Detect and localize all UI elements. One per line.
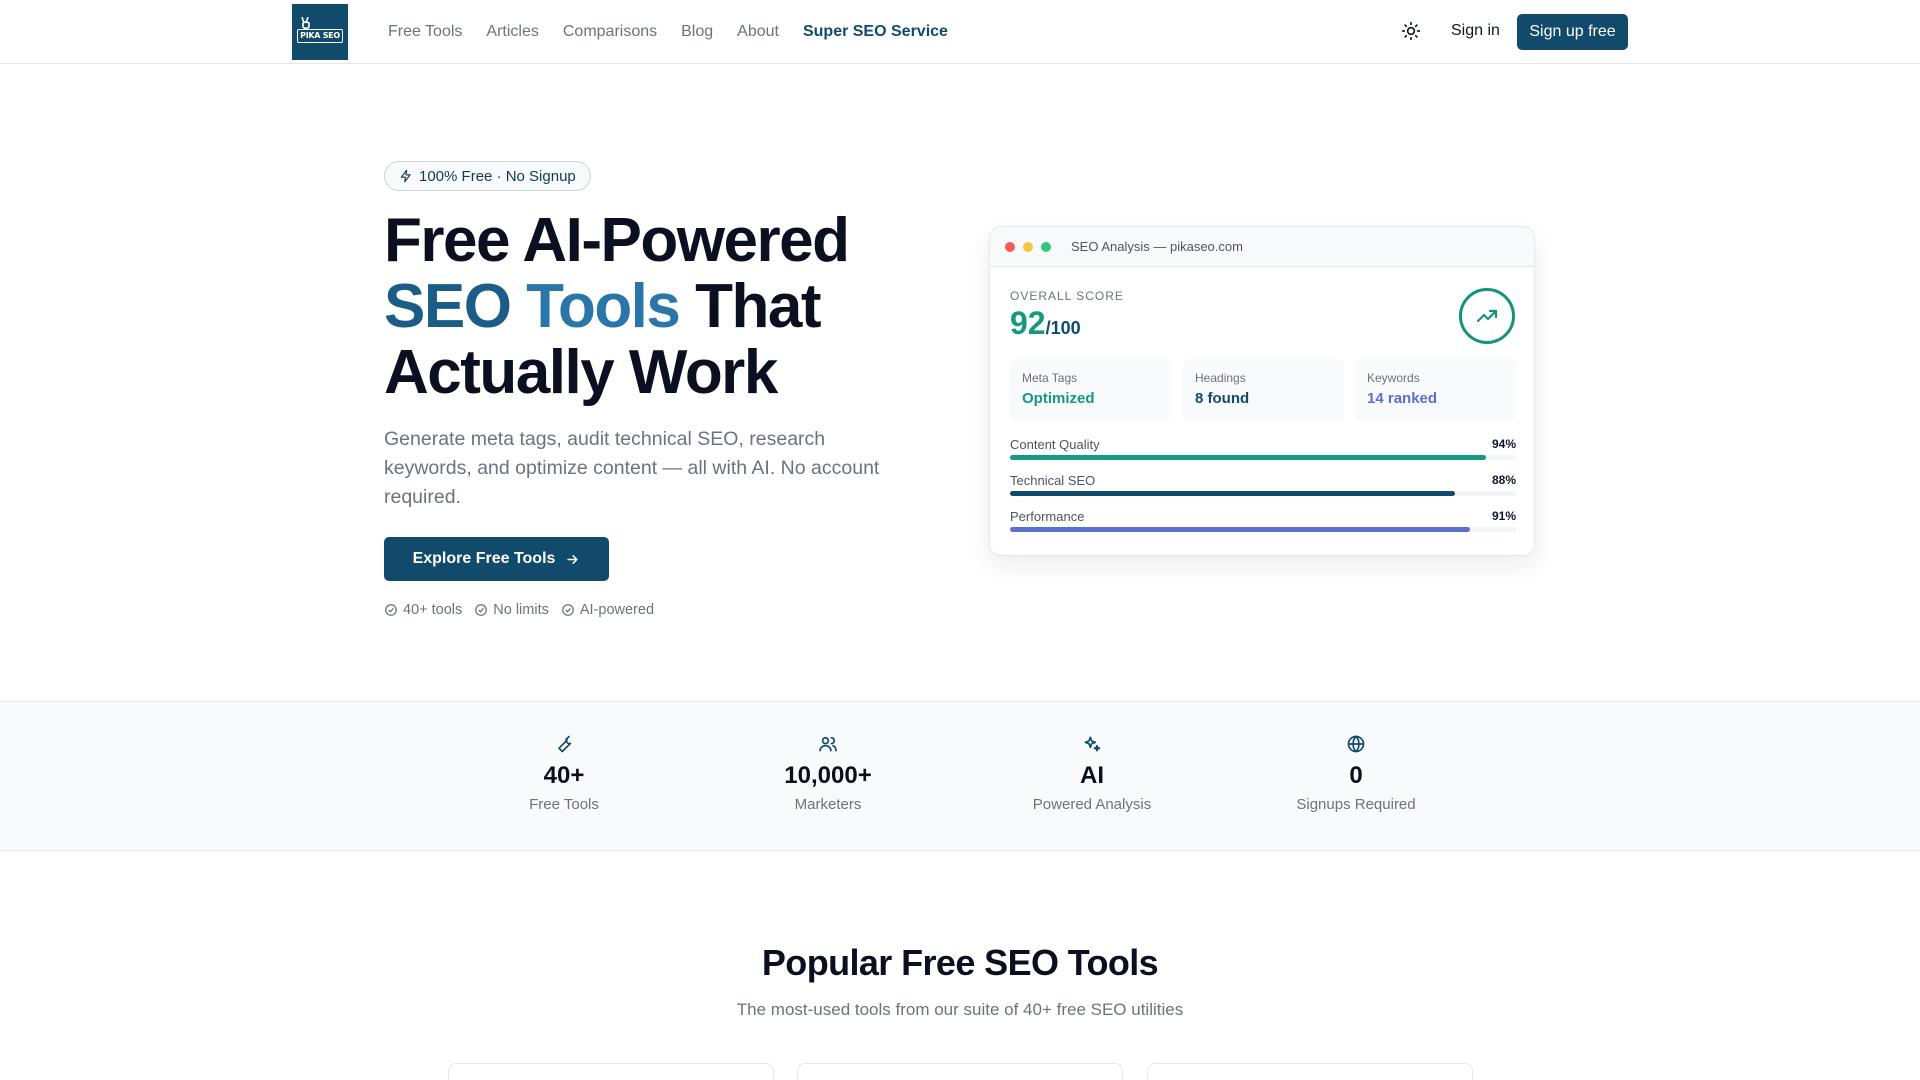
sign-up-button[interactable]: Sign up free	[1517, 14, 1628, 50]
stat-free-tools: 40+ Free Tools	[454, 734, 674, 813]
card-window-title: SEO Analysis — pikaseo.com	[1071, 239, 1243, 254]
nav-comparisons[interactable]: Comparisons	[563, 23, 657, 41]
nav-blog[interactable]: Blog	[681, 23, 713, 41]
arrow-right-icon	[567, 554, 579, 564]
wrench-icon	[558, 735, 572, 753]
free-badge: 100% Free · No Signup	[384, 161, 591, 191]
nav-articles[interactable]: Articles	[486, 23, 538, 41]
stat-label: Free Tools	[529, 796, 599, 813]
metric-label: Keywords	[1367, 371, 1420, 385]
main-nav: Free Tools Articles Comparisons Blog Abo…	[388, 0, 948, 64]
check-circle-icon	[561, 604, 574, 616]
check-label: 40+ tools	[403, 602, 463, 618]
sun-icon	[1401, 21, 1421, 41]
sparkles-icon	[1084, 736, 1101, 752]
bar-percent: 94%	[1491, 437, 1516, 451]
metric-value: 14 ranked	[1367, 390, 1438, 407]
lightning-icon	[400, 169, 411, 183]
bar-label: Performance	[1010, 509, 1085, 524]
check-circle-icon	[385, 604, 397, 616]
logo-text: PIKA SEO	[297, 29, 343, 43]
hero-subtitle: Generate meta tags, audit technical SEO,…	[384, 428, 880, 508]
bar-track	[1010, 527, 1516, 532]
stat-label: Marketers	[794, 796, 862, 813]
stat-value: 0	[1349, 762, 1363, 789]
trending-up-icon	[1476, 309, 1498, 323]
bar-percent: 91%	[1491, 509, 1516, 523]
check-item: 40+ tools	[384, 602, 462, 618]
popular-tools-subtitle: The most-used tools from our suite of 40…	[736, 1000, 1184, 1019]
hero-title-line2-rest: That	[695, 272, 821, 341]
stats-band: 40+ Free Tools 10,000+ Marketers AI Powe…	[0, 701, 1920, 851]
tool-card[interactable]	[448, 1063, 774, 1080]
score-label: OVERALL SCORE	[1010, 289, 1124, 303]
bar-content-quality: Content Quality 94%	[1010, 437, 1516, 473]
bar-track	[1010, 455, 1516, 460]
stat-signups-required: 0 Signups Required	[1246, 734, 1466, 813]
hero-title: Free AI-Powered SEO Tools That Actually …	[384, 208, 944, 406]
bar-fill	[1010, 491, 1456, 496]
bar-track	[1010, 491, 1516, 496]
site-header: PIKA SEO Free Tools Articles Comparisons…	[0, 0, 1920, 64]
bar-performance: Performance 91%	[1010, 509, 1516, 545]
bar-label: Technical SEO	[1010, 473, 1096, 488]
badge-label: 100% Free · No Signup	[419, 167, 576, 185]
users-icon	[819, 736, 837, 752]
feature-checks: 40+ tools No limits AI-powered	[384, 602, 654, 618]
bar-percent: 88%	[1491, 473, 1516, 487]
hero-title-accent-tools: Tools	[526, 272, 681, 341]
window-dot-green	[1041, 241, 1051, 252]
site-logo[interactable]: PIKA SEO	[292, 4, 348, 60]
bar-label: Content Quality	[1010, 437, 1100, 452]
check-item: AI-powered	[561, 602, 654, 618]
hero-title-accent-seo: SEO	[384, 272, 512, 341]
score-value: 92	[1010, 305, 1046, 341]
cta-label: Explore Free Tools	[412, 550, 556, 567]
score-max: /100	[1045, 318, 1081, 338]
overall-score: 92/100	[1010, 305, 1081, 342]
bar-technical-seo: Technical SEO 88%	[1010, 473, 1516, 509]
tool-card[interactable]	[797, 1063, 1123, 1080]
nav-free-tools[interactable]: Free Tools	[388, 23, 462, 41]
check-label: No limits	[493, 602, 549, 618]
window-dot-red	[1005, 241, 1015, 252]
seo-analysis-card: SEO Analysis — pikaseo.com OVERALL SCORE…	[989, 226, 1535, 556]
hero-title-line3: Actually Work	[384, 338, 778, 407]
check-circle-icon	[475, 604, 488, 616]
bar-fill	[1010, 527, 1471, 532]
stat-value: 40+	[543, 762, 585, 789]
popular-tools-title: Popular Free SEO Tools	[761, 942, 1159, 983]
stat-ai-powered: AI Powered Analysis	[982, 734, 1202, 813]
metric-headings: Headings 8 found	[1183, 359, 1344, 421]
metric-label: Meta Tags	[1022, 371, 1078, 385]
score-bars: Content Quality 94% Technical SEO 88% Pe…	[1010, 437, 1516, 545]
card-window-bar: SEO Analysis — pikaseo.com	[990, 227, 1534, 267]
nav-super-seo-service[interactable]: Super SEO Service	[803, 23, 948, 41]
metric-meta-tags: Meta Tags Optimized	[1010, 359, 1171, 421]
bunny-icon	[301, 17, 310, 30]
stat-label: Signups Required	[1296, 796, 1416, 813]
metric-keywords: Keywords 14 ranked	[1355, 359, 1516, 421]
globe-icon	[1347, 735, 1365, 753]
check-label: AI-powered	[579, 602, 655, 618]
metric-value: 8 found	[1195, 390, 1250, 407]
theme-toggle-button[interactable]	[1400, 20, 1422, 42]
hero-title-line1: Free AI-Powered	[384, 206, 850, 275]
nav-about[interactable]: About	[737, 23, 779, 41]
check-item: No limits	[474, 602, 549, 618]
score-ring	[1459, 288, 1515, 344]
stat-label: Powered Analysis	[1032, 796, 1152, 813]
metric-label: Headings	[1195, 371, 1246, 385]
explore-free-tools-button[interactable]: Explore Free Tools	[384, 537, 609, 581]
metric-value: Optimized	[1022, 390, 1095, 407]
sign-in-link[interactable]: Sign in	[1451, 22, 1500, 40]
stat-marketers: 10,000+ Marketers	[718, 734, 938, 813]
window-dot-yellow	[1023, 241, 1033, 252]
stat-value: AI	[1080, 762, 1104, 789]
bar-fill	[1010, 455, 1486, 460]
tool-card[interactable]	[1147, 1063, 1473, 1080]
stat-value: 10,000+	[784, 762, 872, 789]
